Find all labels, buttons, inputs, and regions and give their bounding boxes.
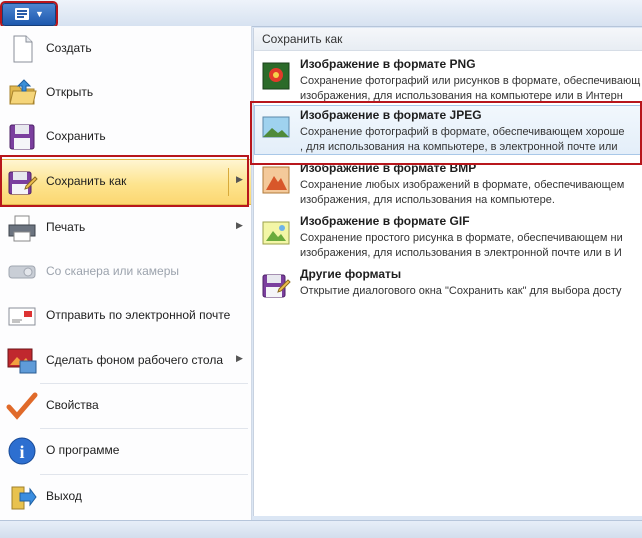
jpeg-image-icon bbox=[262, 116, 290, 138]
menu-item-print[interactable]: Печать ▶ bbox=[0, 205, 252, 251]
app-menu: Создать Открыть Сохранить Сохранить как … bbox=[0, 26, 252, 520]
format-title: Изображение в формате GIF bbox=[300, 214, 470, 228]
menu-item-new[interactable]: Создать bbox=[0, 26, 252, 72]
menu-item-label: Открыть bbox=[46, 85, 94, 99]
save-floppy-icon bbox=[9, 124, 35, 150]
menu-item-set-desktop-background[interactable]: Сделать фоном рабочего стола ▶ bbox=[0, 338, 252, 384]
format-description: Открытие диалогового окна "Сохранить как… bbox=[300, 285, 622, 297]
email-icon bbox=[8, 307, 36, 326]
chevron-right-icon: ▶ bbox=[236, 353, 243, 363]
save-as-icon bbox=[8, 171, 38, 195]
menu-item-label: Сохранить bbox=[46, 129, 106, 143]
save-as-bmp[interactable]: Изображение в формате BMP Сохранение люб… bbox=[254, 158, 642, 208]
app-menu-button[interactable]: ▼ bbox=[2, 3, 56, 26]
scanner-camera-icon bbox=[8, 265, 36, 279]
properties-checkmark-icon bbox=[6, 392, 38, 420]
menu-item-from-scanner[interactable]: Со сканера или камеры bbox=[0, 249, 252, 295]
png-image-icon bbox=[262, 62, 290, 90]
paint-menu-icon bbox=[15, 8, 29, 20]
save-as-submenu: Сохранить как Изображение в формате PNG … bbox=[253, 28, 642, 516]
format-description: Сохранение фотографий в формате, обеспеч… bbox=[300, 126, 625, 153]
format-description: Сохранение любых изображений в формате, … bbox=[300, 179, 625, 206]
status-bar bbox=[0, 520, 642, 538]
gif-image-icon bbox=[262, 221, 290, 245]
submenu-header: Сохранить как bbox=[254, 28, 642, 51]
menu-item-about[interactable]: i О программе bbox=[0, 428, 252, 474]
menu-item-label: Создать bbox=[46, 41, 92, 55]
menu-item-label: Печать bbox=[46, 220, 86, 234]
chevron-right-icon: ▶ bbox=[236, 220, 243, 230]
menu-item-send-email[interactable]: Отправить по электронной почте bbox=[0, 293, 252, 339]
menu-item-exit[interactable]: Выход bbox=[0, 474, 252, 520]
menu-item-label: О программе bbox=[46, 443, 120, 457]
format-title: Изображение в формате BMP bbox=[300, 161, 477, 175]
menu-item-save[interactable]: Сохранить bbox=[0, 114, 252, 160]
chevron-down-icon: ▼ bbox=[35, 9, 44, 19]
exit-icon bbox=[11, 486, 37, 510]
desktop-background-icon bbox=[7, 348, 37, 374]
menu-item-label: Со сканера или камеры bbox=[46, 264, 179, 278]
printer-icon bbox=[8, 215, 36, 242]
new-document-icon bbox=[13, 35, 33, 63]
format-title: Другие форматы bbox=[300, 267, 402, 281]
format-description: Сохранение простого рисунка в формате, о… bbox=[300, 232, 623, 259]
menu-item-save-as[interactable]: Сохранить как ▶ bbox=[0, 159, 252, 205]
other-formats-icon bbox=[262, 274, 291, 298]
bmp-image-icon bbox=[262, 166, 290, 194]
menu-item-label: Сделать фоном рабочего стола bbox=[46, 353, 223, 367]
submenu-divider bbox=[228, 168, 229, 196]
format-title: Изображение в формате JPEG bbox=[300, 108, 482, 122]
save-as-png[interactable]: Изображение в формате PNG Сохранение фот… bbox=[254, 54, 642, 102]
menu-item-properties[interactable]: Свойства bbox=[0, 383, 252, 429]
save-as-other-formats[interactable]: Другие форматы Открытие диалогового окна… bbox=[254, 264, 642, 304]
open-folder-icon bbox=[9, 79, 37, 105]
chevron-right-icon: ▶ bbox=[236, 174, 243, 184]
menu-item-open[interactable]: Открыть bbox=[0, 70, 252, 116]
format-description: Сохранение фотографий или рисунков в фор… bbox=[300, 75, 641, 102]
menu-item-label: Отправить по электронной почте bbox=[46, 308, 231, 322]
save-as-gif[interactable]: Изображение в формате GIF Сохранение про… bbox=[254, 211, 642, 261]
format-title: Изображение в формате PNG bbox=[300, 57, 476, 71]
menu-item-label: Свойства bbox=[46, 398, 99, 412]
info-icon: i bbox=[8, 437, 36, 465]
menu-item-label: Сохранить как bbox=[46, 174, 127, 188]
menu-item-label: Выход bbox=[46, 489, 82, 503]
title-bar: ▼ bbox=[0, 0, 642, 27]
svg-text:i: i bbox=[19, 442, 24, 462]
save-as-jpeg[interactable]: Изображение в формате JPEG Сохранение фо… bbox=[254, 105, 642, 155]
